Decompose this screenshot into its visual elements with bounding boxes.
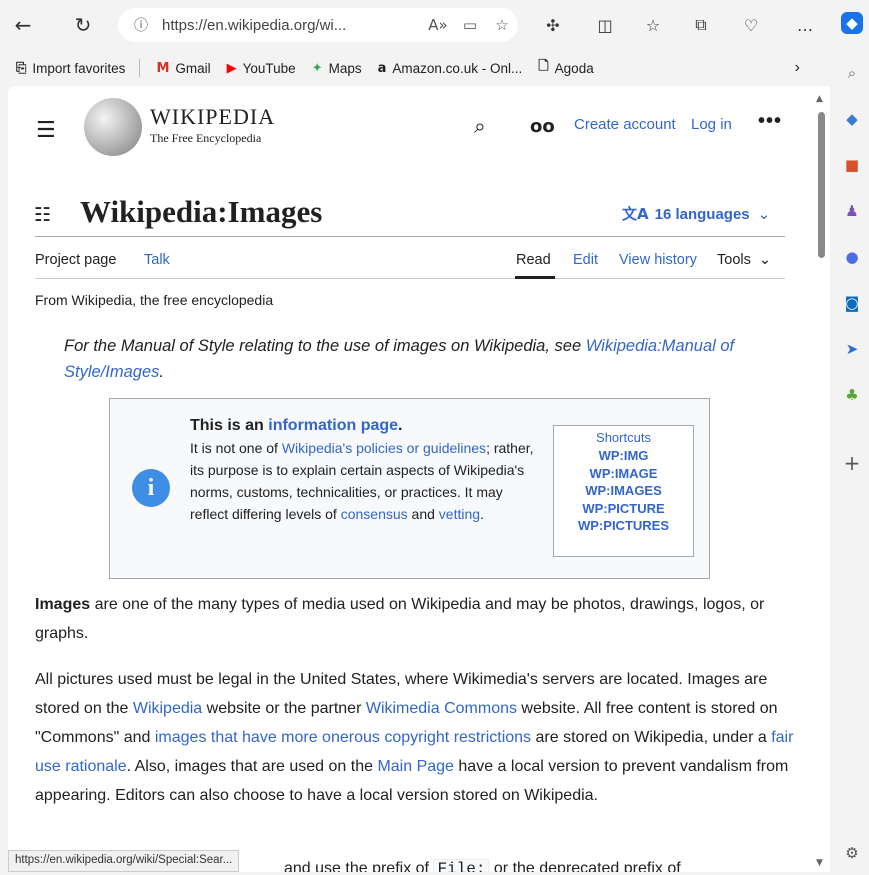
policies-guidelines-link[interactable]: Wikipedia's policies or guidelines: [282, 440, 486, 456]
translate-icon: 文A: [622, 205, 649, 223]
notice-text: This is an information page. It is not o…: [190, 417, 534, 522]
paragraph-images-intro: Images are one of the many types of medi…: [35, 596, 765, 642]
copyright-restrictions-link[interactable]: images that have more onerous copyright …: [155, 729, 531, 746]
read-aloud-icon[interactable]: A»: [422, 16, 454, 34]
vetting-link[interactable]: vetting: [439, 506, 480, 522]
info-icon: i: [132, 469, 170, 507]
shortcut-link[interactable]: WP:IMG: [554, 447, 693, 465]
extensions-icon[interactable]: ✣: [540, 12, 566, 38]
wordmark[interactable]: WIKIPEDIA The Free Encyclopedia: [150, 104, 275, 146]
bookmark-agoda[interactable]: 🗋 Agoda: [538, 57, 594, 79]
paragraph-legal: All pictures used must be legal in the U…: [35, 671, 794, 804]
favorites-icon[interactable]: ☆: [640, 12, 666, 38]
add-icon[interactable]: +: [841, 451, 863, 475]
browser-toolbar: ← ↻ ⓘ https://en.wikipedia.org/wi... A» …: [0, 0, 869, 50]
hatnote: For the Manual of Style relating to the …: [64, 337, 735, 381]
tab-read[interactable]: Read: [516, 252, 551, 268]
tag-icon[interactable]: ◆: [841, 108, 863, 130]
gmail-icon: M: [156, 60, 170, 76]
wikipedia-logo[interactable]: [84, 98, 142, 156]
immersive-reader-icon[interactable]: ▭: [454, 16, 486, 34]
information-page-notice: i This is an information page. It is not…: [109, 398, 710, 579]
page-viewport: ☰ WIKIPEDIA The Free Encyclopedia ⌕ oo C…: [8, 86, 830, 872]
shortcut-link[interactable]: WP:IMAGES: [554, 482, 693, 500]
scroll-up-arrow-icon[interactable]: ▲: [816, 94, 823, 104]
paragraph-prefix: and use the prefix of File: or the depre…: [284, 854, 804, 872]
collections-icon[interactable]: ⧉: [688, 12, 714, 38]
tab-edit[interactable]: Edit: [573, 252, 598, 268]
log-in-link[interactable]: Log in: [691, 116, 732, 133]
bookmark-import-favorites[interactable]: ⎘ Import favorites: [16, 61, 125, 76]
shortcut-link[interactable]: WP:PICTURE: [554, 500, 693, 518]
favorite-star-icon[interactable]: ☆: [486, 16, 518, 34]
table-of-contents-icon[interactable]: ☷: [34, 204, 51, 226]
wikimedia-commons-link[interactable]: Wikimedia Commons: [366, 700, 517, 717]
bookmarks-bar: ⎘ Import favorites M Gmail ▶ YouTube ✦ Maps …: [0, 50, 820, 86]
send-icon[interactable]: ➤: [841, 338, 863, 360]
bookmarks-overflow-chevron-icon[interactable]: ›: [795, 59, 800, 77]
create-account-link[interactable]: Create account: [574, 116, 676, 133]
shortcuts-title[interactable]: Shortcuts: [554, 430, 693, 445]
scrollbar-thumb[interactable]: [818, 112, 825, 258]
browser-essentials-icon[interactable]: ♡: [738, 12, 764, 38]
consensus-link[interactable]: consensus: [341, 506, 408, 522]
import-icon: ⎘: [16, 60, 27, 76]
information-page-link[interactable]: information page: [268, 417, 398, 434]
status-bar-url: https://en.wikipedia.org/wiki/Special:Se…: [8, 850, 240, 872]
youtube-icon: ▶: [226, 60, 237, 76]
file-prefix-code: File:: [433, 859, 490, 872]
more-options-icon[interactable]: •••: [758, 110, 782, 133]
microsoft365-icon[interactable]: ●: [841, 246, 863, 268]
active-tab-indicator: [515, 276, 555, 279]
main-page-link[interactable]: Main Page: [377, 758, 454, 775]
bookmark-separator: [139, 59, 141, 77]
site-sub: From Wikipedia, the free encyclopedia: [35, 292, 274, 308]
refresh-icon[interactable]: ↻: [68, 10, 98, 40]
title-divider: [35, 236, 785, 237]
chevron-down-icon: ⌄: [757, 206, 771, 223]
edge-sidebar: ◆ ⌕ ◆ ■ ♟ ● ◙ ➤ ♣ + ⚙: [834, 0, 869, 875]
gear-icon[interactable]: ⚙: [841, 842, 863, 864]
bookmark-gmail[interactable]: M Gmail: [156, 61, 210, 76]
wordmark-tagline: The Free Encyclopedia: [150, 131, 262, 145]
appearance-glasses-icon[interactable]: oo: [530, 116, 555, 137]
url-text: https://en.wikipedia.org/wi...: [162, 16, 347, 34]
info-icon[interactable]: ⓘ: [134, 15, 148, 35]
chevron-down-icon: ⌄: [758, 252, 772, 268]
search-icon[interactable]: ⌕: [841, 62, 863, 84]
address-bar[interactable]: ⓘ https://en.wikipedia.org/wi... A» ▭ ☆: [118, 8, 518, 42]
wikipedia-link[interactable]: Wikipedia: [133, 700, 202, 717]
back-arrow-icon[interactable]: ←: [8, 10, 38, 40]
tab-talk[interactable]: Talk: [144, 252, 170, 268]
maps-icon: ✦: [311, 60, 323, 76]
toolbox-icon[interactable]: ■: [841, 154, 863, 176]
main-menu-icon[interactable]: ☰: [36, 118, 56, 143]
bookmark-youtube[interactable]: ▶ YouTube: [227, 61, 296, 76]
search-icon[interactable]: ⌕: [474, 114, 486, 139]
shortcut-link[interactable]: WP:PICTURES: [554, 517, 693, 535]
page-icon: 🗋: [538, 59, 549, 74]
wordmark-title: WIKIPEDIA: [150, 104, 276, 129]
amazon-icon: a: [377, 60, 387, 76]
games-icon[interactable]: ♟: [841, 200, 863, 222]
shortcuts-box: Shortcuts WP:IMG WP:IMAGE WP:IMAGES WP:P…: [553, 425, 694, 557]
tree-icon[interactable]: ♣: [841, 384, 863, 406]
scroll-down-arrow-icon[interactable]: ▼: [816, 858, 823, 868]
page-title: Wikipedia:Images: [80, 194, 323, 229]
split-screen-icon[interactable]: ◫: [592, 12, 618, 38]
tab-view-history[interactable]: View history: [619, 252, 697, 268]
settings-more-icon[interactable]: …: [792, 12, 818, 38]
copilot-icon[interactable]: ◆: [841, 12, 863, 34]
vertical-scrollbar[interactable]: ▲ ▼: [812, 92, 830, 874]
bookmark-maps[interactable]: ✦ Maps: [312, 61, 362, 76]
outlook-icon[interactable]: ◙: [841, 292, 863, 314]
bookmark-amazon[interactable]: a Amazon.co.uk - Onl...: [378, 61, 523, 76]
languages-button[interactable]: 文A 16 languages ⌄: [622, 203, 770, 224]
tools-dropdown[interactable]: Tools ⌄: [717, 252, 771, 268]
tab-project-page[interactable]: Project page: [35, 252, 116, 268]
shortcut-link[interactable]: WP:IMAGE: [554, 465, 693, 483]
tabs-divider: [35, 278, 785, 279]
